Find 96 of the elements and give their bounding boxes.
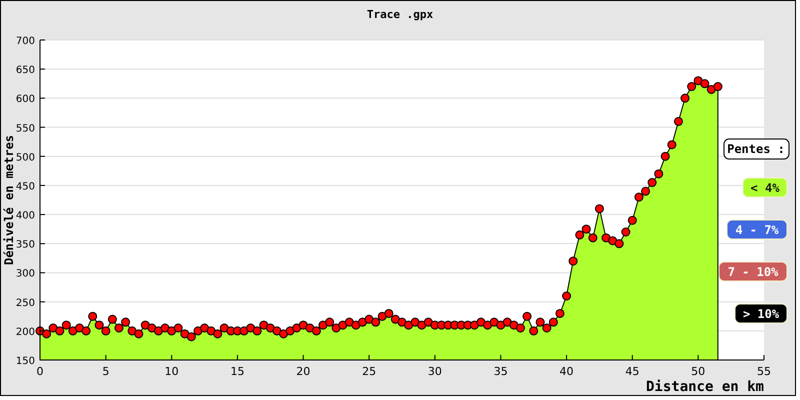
data-point [700,79,710,88]
data-point [371,318,380,327]
y-tick-label: 200 [16,326,35,338]
y-tick-label: 700 [16,36,35,47]
data-point [588,233,598,242]
data-point [470,320,479,330]
data-point [648,178,657,188]
data-point [220,324,229,332]
data-point [240,326,249,336]
data-point [134,329,144,338]
data-point [522,312,532,321]
data-point [602,233,611,242]
data-point [575,230,584,240]
y-tick-label: 350 [16,240,35,251]
legend-item: 4 - 7% [726,220,788,240]
y-tick-label: 300 [16,268,35,280]
x-tick-label: 35 [494,365,508,378]
legend-item: < 4% [742,178,788,198]
data-point [687,82,696,92]
x-tick-label: 10 [164,365,179,378]
data-point [186,332,196,342]
x-tick-label: 5 [102,365,110,378]
data-point [654,169,664,178]
x-tick-label: 45 [625,365,640,378]
x-tick-label: 25 [362,365,376,378]
data-point [101,326,110,336]
y-tick-label: 500 [16,152,35,164]
data-point [378,312,387,321]
x-tick-label: 15 [230,365,244,378]
data-point [490,318,499,327]
data-point [509,320,518,330]
data-point [706,84,716,94]
data-point [660,152,670,161]
y-tick-label: 550 [16,123,35,134]
data-point [562,292,572,300]
data-point [358,318,367,327]
data-point [483,320,492,330]
y-tick-label: 600 [16,94,35,106]
data-point [55,326,64,336]
data-point [582,224,591,234]
data-point [193,326,202,336]
data-point [621,228,630,236]
data-point [62,320,71,330]
x-axis-title: Distance en km [646,379,764,395]
data-point [167,326,176,336]
data-point [174,324,183,332]
x-tick-label: 20 [296,365,310,378]
data-point [108,314,117,324]
data-point [404,320,414,330]
data-point [252,326,262,336]
y-axis-title: Dénivelé en metres [2,134,16,266]
data-point [680,94,690,103]
y-tick-label: 450 [16,181,35,192]
data-point [634,192,644,202]
data-point [206,326,216,336]
data-point [476,318,486,327]
data-point [272,326,282,336]
data-point [312,326,321,336]
data-point [536,318,545,327]
data-point [147,324,156,332]
legend-title: Pentes : [724,138,790,160]
x-tick-label: 40 [560,365,574,378]
data-point [213,329,222,338]
data-point [42,329,52,338]
data-point [628,216,637,225]
data-point [88,312,98,321]
y-tick-label: 250 [16,298,35,309]
legend-item: 7 - 10% [718,262,788,282]
data-point [568,256,578,266]
data-point [674,116,683,126]
x-tick-label: 30 [428,365,442,378]
data-point [94,320,104,330]
data-point [529,326,538,336]
data-point [614,239,624,248]
data-point [121,318,130,327]
data-point [594,204,604,214]
y-tick-label: 650 [16,65,35,76]
chart-title: Trace .gpx [366,8,434,21]
x-tick-label: 50 [691,365,706,378]
data-point [68,326,78,336]
data-point [82,326,91,336]
data-point [641,186,650,196]
data-point [384,308,394,318]
x-tick-label: 0 [36,365,44,378]
legend-item: > 10% [734,304,788,324]
x-tick-label: 55 [757,365,771,378]
y-tick-label: 400 [16,210,35,222]
data-point [325,318,334,327]
data-point [667,140,676,150]
data-point [713,82,722,92]
data-point [542,324,552,332]
data-point [286,326,295,336]
data-point [128,326,137,336]
y-tick-label: 150 [16,356,35,367]
data-point [548,318,558,327]
data-point [351,320,360,330]
